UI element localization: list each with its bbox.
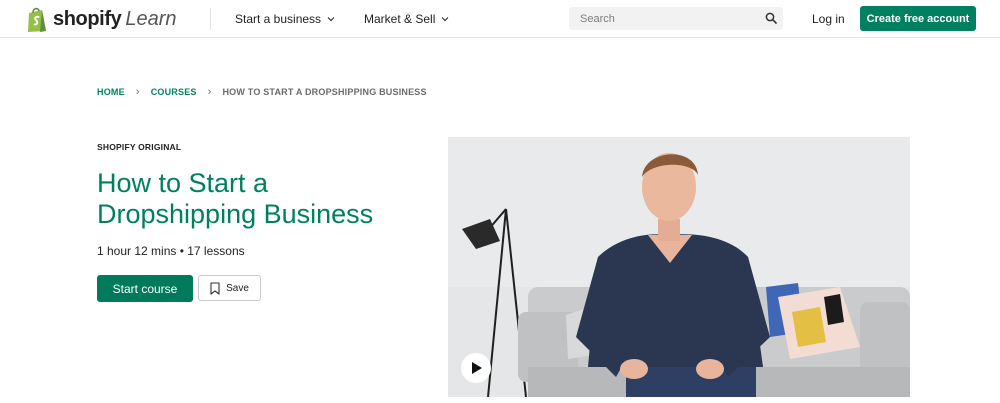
chevron-right-icon: › [207,86,212,98]
nav-market-and-sell[interactable]: Market & Sell [364,12,449,26]
nav-label: Market & Sell [364,12,436,26]
save-label: Save [226,282,249,294]
breadcrumb-current: HOW TO START A DROPSHIPPING BUSINESS [222,87,427,97]
play-button[interactable] [461,353,491,383]
breadcrumb-home[interactable]: HOME [97,87,125,97]
nav-label: Start a business [235,12,322,26]
search-icon[interactable] [765,12,777,24]
logo-suffix: Learn [125,7,177,30]
site-header: shopify Learn Start a business Market & … [0,0,1000,38]
login-link[interactable]: Log in [812,12,845,26]
course-title: How to Start a Dropshipping Business [97,168,374,229]
chevron-down-icon [441,17,449,22]
course-eyebrow: SHOPIFY ORIGINAL [97,142,182,152]
create-account-button[interactable]: Create free account [860,6,976,31]
chevron-down-icon [327,17,335,22]
course-meta: 1 hour 12 mins • 17 lessons [97,244,245,258]
shopify-learn-logo[interactable]: shopify Learn [26,4,176,34]
chevron-right-icon: › [135,86,140,98]
search-box [569,7,783,30]
nav-start-a-business[interactable]: Start a business [235,12,335,26]
video-thumbnail-image [448,137,910,397]
play-icon [472,362,482,374]
breadcrumb: HOME › COURSES › HOW TO START A DROPSHIP… [97,86,427,98]
header-divider [210,8,211,30]
breadcrumb-courses[interactable]: COURSES [151,87,197,97]
start-course-button[interactable]: Start course [97,275,193,302]
course-video[interactable] [448,137,910,397]
logo-wordmark: shopify [53,7,122,30]
bookmark-icon [210,281,220,295]
shopify-bag-icon [28,7,46,32]
search-input[interactable] [569,7,755,30]
save-button[interactable]: Save [198,275,261,301]
